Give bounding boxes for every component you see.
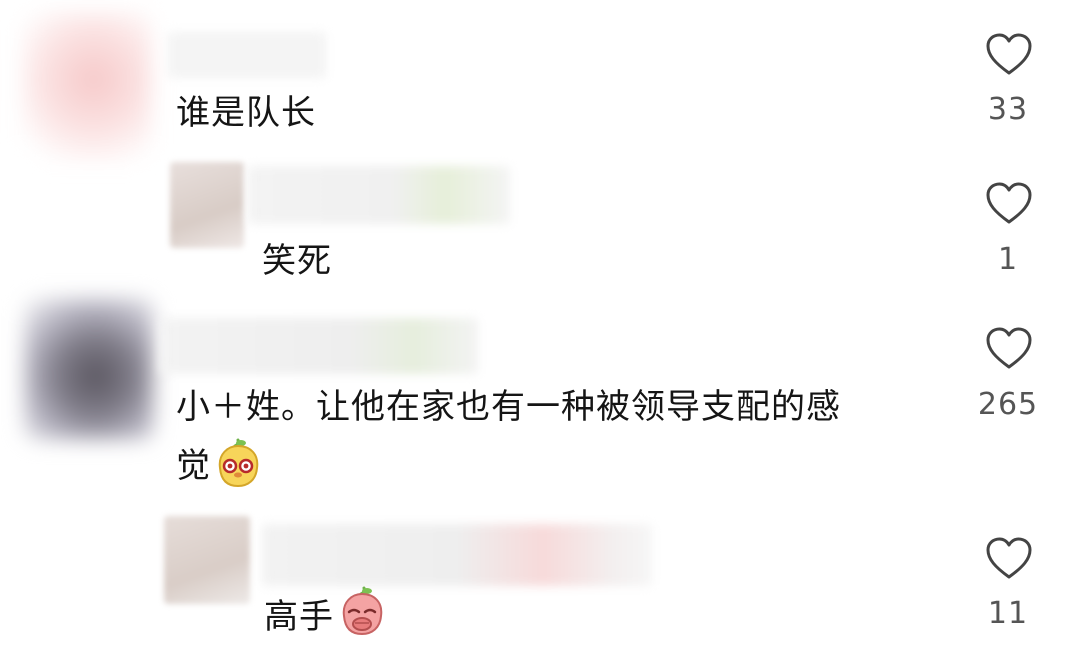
like-count: 265: [977, 387, 1039, 422]
like-count: 33: [987, 92, 1029, 127]
avatar[interactable]: [24, 298, 154, 440]
comment-text: 高手: [264, 597, 334, 637]
avatar[interactable]: [164, 516, 250, 604]
pink-cover-mouth-emoji: [342, 586, 383, 636]
avatar[interactable]: [22, 12, 152, 162]
username-blurred[interactable]: [248, 166, 510, 224]
comment-text: 小＋姓。让他在家也有一种被领导支配的感: [176, 387, 841, 427]
username-blurred[interactable]: [262, 524, 652, 586]
username-blurred[interactable]: [160, 318, 478, 374]
heart-outline-icon[interactable]: [985, 32, 1033, 76]
heart-outline-icon[interactable]: [985, 181, 1033, 225]
comment-text-line2: 觉: [176, 446, 211, 486]
avatar[interactable]: [170, 162, 244, 248]
heart-outline-icon[interactable]: [985, 536, 1033, 580]
like-count: 1: [997, 242, 1019, 277]
like-count: 11: [987, 596, 1029, 631]
yellow-smile-emoji: [218, 438, 259, 488]
comment-text: 笑死: [262, 241, 332, 281]
comment-text: 谁是队长: [176, 93, 316, 133]
username-blurred[interactable]: [168, 32, 326, 78]
heart-outline-icon[interactable]: [985, 326, 1033, 370]
